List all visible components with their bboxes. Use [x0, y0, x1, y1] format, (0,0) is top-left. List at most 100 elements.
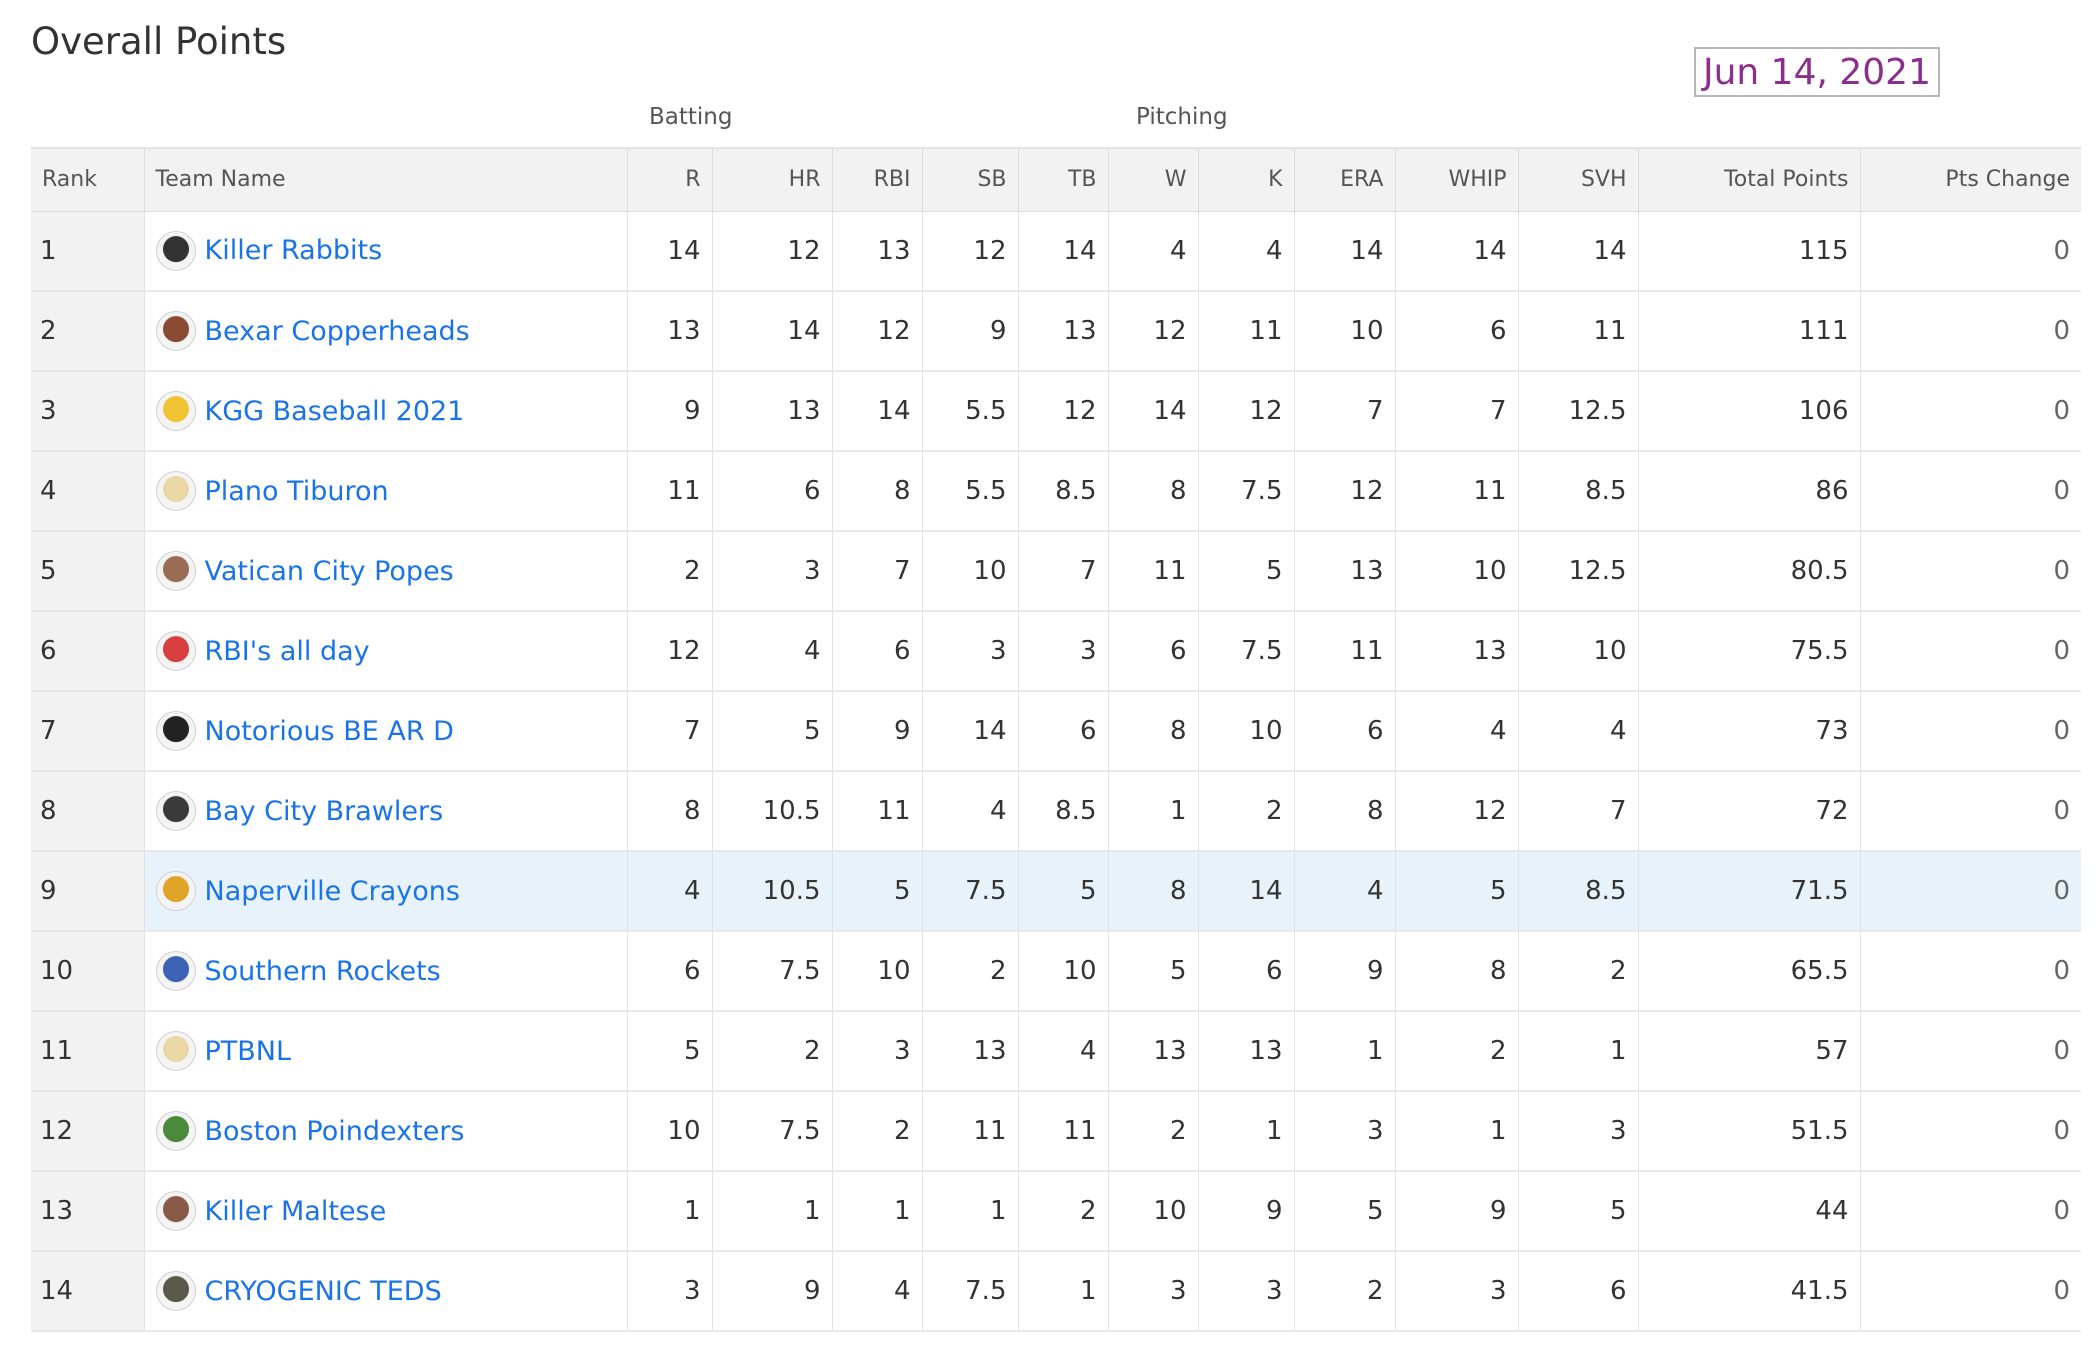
column-header-svh[interactable]: SVH [1517, 147, 1638, 212]
team-link[interactable]: RBI's all day [205, 636, 370, 667]
team-link[interactable]: Killer Maltese [205, 1196, 387, 1227]
table-row: 6 RBI's all day 12 4 6 3 3 6 7.5 11 13 10 75.5 0 [31, 611, 2081, 692]
team-link[interactable]: Bexar Copperheads [205, 316, 470, 347]
stat-cell-hr: 14 [711, 291, 832, 372]
stat-cell-rbi: 11 [831, 771, 922, 852]
stat-cell-w: 5 [1107, 931, 1198, 1012]
column-header-era[interactable]: ERA [1293, 147, 1395, 212]
seal-logo-icon [155, 711, 196, 751]
team-name-cell: RBI's all day [143, 611, 627, 692]
rank-cell: 7 [31, 691, 144, 772]
stat-cell-k: 1 [1197, 1091, 1294, 1172]
stat-cell-era: 11 [1293, 611, 1395, 692]
stat-cell-tb: 4 [1017, 1011, 1108, 1092]
column-header-rank[interactable]: Rank [31, 147, 144, 212]
column-header-pts-change[interactable]: Pts Change [1859, 147, 2081, 212]
stat-cell-rbi: 7 [831, 531, 922, 612]
team-name-cell: Notorious BE AR D [143, 691, 627, 772]
team-link[interactable]: Plano Tiburon [205, 476, 389, 507]
team-name-cell: Southern Rockets [143, 931, 627, 1012]
team-name-cell: Killer Maltese [143, 1171, 627, 1252]
stat-cell-k: 7.5 [1197, 611, 1294, 692]
team-link[interactable]: Southern Rockets [205, 956, 441, 987]
team-name-cell: Vatican City Popes [143, 531, 627, 612]
stat-cell-tb: 6 [1017, 691, 1108, 772]
team-name-cell: Bay City Brawlers [143, 771, 627, 852]
stat-cell-k: 11 [1197, 291, 1294, 372]
cap-logo-icon [155, 471, 196, 511]
column-header-sb[interactable]: SB [921, 147, 1018, 212]
stat-cell-hr: 9 [711, 1251, 832, 1332]
stat-cell-whip: 4 [1394, 691, 1518, 772]
stat-cell-whip: 10 [1394, 531, 1518, 612]
team-link[interactable]: Naperville Crayons [205, 876, 460, 907]
stat-cell-tb: 8.5 [1017, 451, 1108, 532]
stat-cell-era: 12 [1293, 451, 1395, 532]
stat-cell-rbi: 10 [831, 931, 922, 1012]
stat-cell-tb: 10 [1017, 931, 1108, 1012]
team-link[interactable]: CRYOGENIC TEDS [205, 1276, 442, 1307]
stat-cell-w: 10 [1107, 1171, 1198, 1252]
stat-cell-era: 4 [1293, 851, 1395, 932]
stat-cell-svh: 10 [1517, 611, 1638, 692]
column-header-team-name[interactable]: Team Name [143, 147, 627, 212]
cap-logo-icon [155, 1031, 196, 1071]
stat-cell-sb: 9 [921, 291, 1018, 372]
rank-cell: 4 [31, 451, 144, 532]
stat-cell-era: 7 [1293, 371, 1395, 452]
column-header-r[interactable]: R [626, 147, 712, 212]
pts-change-cell: 0 [1859, 371, 2081, 452]
column-header-w[interactable]: W [1107, 147, 1198, 212]
team-link[interactable]: Bay City Brawlers [205, 796, 444, 827]
batting-group-label: Batting [649, 104, 733, 130]
stat-cell-hr: 2 [711, 1011, 832, 1092]
team-link[interactable]: Boston Poindexters [205, 1116, 465, 1147]
stat-cell-sb: 5.5 [921, 451, 1018, 532]
stat-cell-k: 7.5 [1197, 451, 1294, 532]
stat-cell-svh: 14 [1517, 211, 1638, 292]
stat-cell-era: 13 [1293, 531, 1395, 612]
stat-cell-hr: 7.5 [711, 1091, 832, 1172]
stat-cell-w: 8 [1107, 691, 1198, 772]
column-header-tb[interactable]: TB [1017, 147, 1108, 212]
team-link[interactable]: PTBNL [205, 1036, 292, 1067]
stat-cell-whip: 14 [1394, 211, 1518, 292]
stat-cell-rbi: 1 [831, 1171, 922, 1252]
total-points-cell: 72 [1637, 771, 1860, 852]
column-header-total-points[interactable]: Total Points [1637, 147, 1860, 212]
table-row: 14 CRYOGENIC TEDS 3 9 4 7.5 1 3 3 2 3 6 41.5 0 [31, 1251, 2081, 1332]
date-selector[interactable]: Jun 14, 2021 [1694, 47, 1940, 97]
rocket-logo-icon [155, 951, 196, 991]
total-points-cell: 73 [1637, 691, 1860, 772]
pitching-group-label: Pitching [1136, 104, 1228, 130]
stat-cell-w: 2 [1107, 1091, 1198, 1172]
rabbit-logo-icon [155, 230, 196, 271]
stat-cell-w: 3 [1107, 1251, 1198, 1332]
stat-cell-k: 9 [1197, 1171, 1294, 1252]
team-link[interactable]: Notorious BE AR D [205, 716, 454, 747]
stat-cell-hr: 1 [711, 1171, 832, 1252]
stat-cell-sb: 13 [921, 1011, 1018, 1092]
column-header-whip[interactable]: WHIP [1394, 147, 1518, 212]
standings-body: 1 Killer Rabbits 14 12 13 12 14 4 4 14 14 14 115 0 2 Be… [31, 211, 2081, 1332]
team-link[interactable]: Killer Rabbits [205, 235, 383, 266]
stat-cell-sb: 7.5 [921, 851, 1018, 932]
total-points-cell: 106 [1637, 371, 1860, 452]
total-points-cell: 111 [1637, 291, 1860, 372]
column-header-rbi[interactable]: RBI [831, 147, 922, 212]
stat-cell-hr: 10.5 [711, 771, 832, 852]
team-link[interactable]: KGG Baseball 2021 [205, 396, 465, 427]
stat-cell-w: 8 [1107, 451, 1198, 532]
team-link[interactable]: Vatican City Popes [205, 556, 454, 587]
rank-cell: 2 [31, 291, 144, 372]
column-header-k[interactable]: K [1197, 147, 1294, 212]
stat-cell-r: 12 [626, 611, 712, 692]
stat-cell-r: 9 [626, 371, 712, 452]
pts-change-cell: 0 [1859, 531, 2081, 612]
stat-cell-r: 2 [626, 531, 712, 612]
pts-change-cell: 0 [1859, 211, 2081, 292]
column-header-hr[interactable]: HR [711, 147, 832, 212]
stat-cell-r: 14 [626, 211, 712, 292]
stat-cell-hr: 7.5 [711, 931, 832, 1012]
stat-cell-r: 7 [626, 691, 712, 772]
